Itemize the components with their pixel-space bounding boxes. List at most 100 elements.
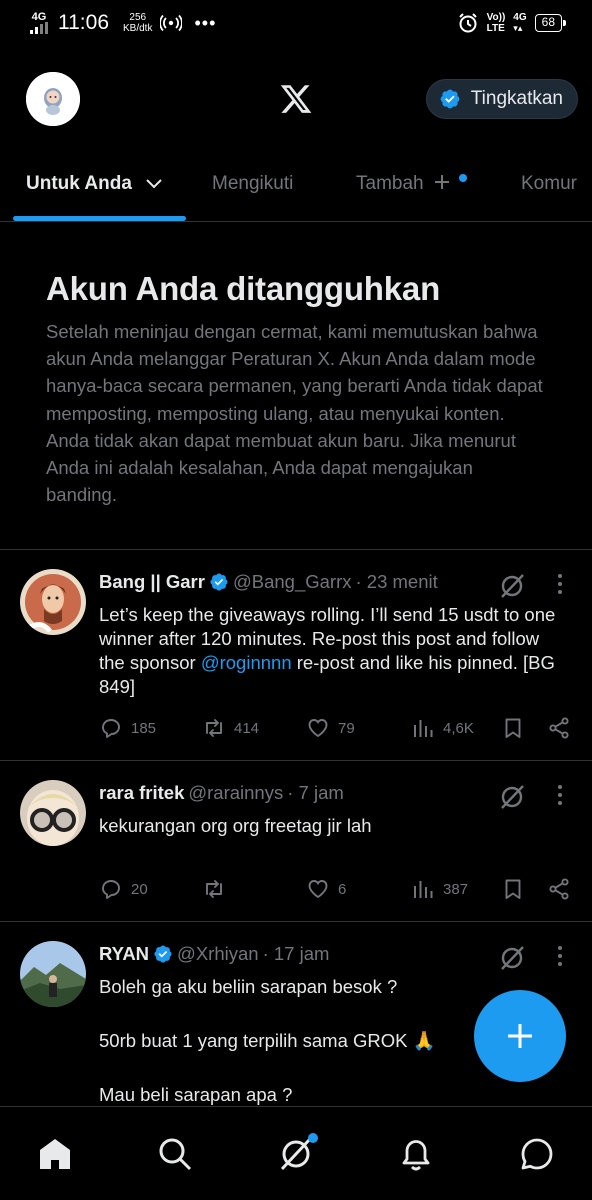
reply-button[interactable]: 20 xyxy=(99,877,148,901)
avatar-illustration-icon xyxy=(26,72,80,126)
volte-indicator: Vo)) LTE xyxy=(487,12,506,34)
status-right: Vo)) LTE 4G ▾▴ 68 xyxy=(457,12,567,34)
bookmark-icon xyxy=(505,879,521,899)
suspension-notice: Akun Anda ditangguhkan Setelah meninjau … xyxy=(46,270,546,508)
views-icon xyxy=(414,720,433,737)
post-author-name[interactable]: RYAN xyxy=(99,943,149,965)
network-speed: 256 KB/dtk xyxy=(123,12,152,34)
post-header: Bang || Garr @Bang_Garrx · 23 menit xyxy=(99,571,438,593)
post-body-line-3: Mau beli sarapan apa ? xyxy=(99,1084,293,1105)
grok-icon[interactable] xyxy=(498,572,526,600)
tab-following-label: Mengikuti xyxy=(212,173,294,194)
suspension-title: Akun Anda ditangguhkan xyxy=(46,270,441,307)
status-left: 4G 11:06 256 KB/dtk ••• xyxy=(30,11,216,35)
like-button[interactable]: 79 xyxy=(306,716,355,740)
home-icon[interactable] xyxy=(36,1135,74,1173)
like-button[interactable]: 6 xyxy=(306,877,346,901)
avatar-image-icon xyxy=(20,780,86,846)
bell-icon[interactable] xyxy=(397,1135,435,1173)
repost-icon xyxy=(206,719,222,737)
bookmark-button[interactable] xyxy=(501,877,525,901)
post-body: Let’s keep the giveaways rolling. I’ll s… xyxy=(99,603,569,699)
like-count: 79 xyxy=(338,719,355,737)
more-icon[interactable] xyxy=(552,572,568,596)
signal-arrows-icon: ▾▴ xyxy=(513,23,523,33)
share-button[interactable] xyxy=(547,877,571,901)
grok-notification-dot xyxy=(308,1133,318,1143)
tab-communities[interactable]: Komur xyxy=(521,173,577,195)
status-bar: 4G 11:06 256 KB/dtk ••• Vo)) LTE 4G ▾▴ 6… xyxy=(0,0,592,46)
battery-icon: 68 xyxy=(534,14,567,32)
repost-button[interactable]: 414 xyxy=(202,716,259,740)
views-button[interactable]: 4,6K xyxy=(411,716,474,740)
alarm-icon xyxy=(458,13,477,33)
lte-label: LTE xyxy=(486,23,505,34)
post-time: · 23 menit xyxy=(355,571,438,592)
search-icon[interactable] xyxy=(156,1135,194,1173)
post-mention-link[interactable]: @roginnnn xyxy=(201,652,292,673)
signal-indicator-2: 4G ▾▴ xyxy=(513,12,526,34)
post-author-name[interactable]: rara fritek xyxy=(99,782,184,804)
tab-add-notification-dot xyxy=(459,174,467,182)
active-tab-indicator xyxy=(13,216,186,221)
like-icon xyxy=(308,719,328,738)
post-actions: 185 414 79 4,6K xyxy=(99,716,574,744)
post-body: kekurangan org org freetag jir lah xyxy=(99,815,372,836)
tab-add-label: Tambah xyxy=(356,173,424,194)
post-avatar[interactable] xyxy=(20,941,86,1007)
hotspot-icon xyxy=(160,14,183,32)
post-time: · 7 jam xyxy=(287,782,344,803)
tab-add[interactable]: Tambah xyxy=(356,173,451,195)
messages-icon[interactable] xyxy=(518,1135,556,1173)
plus-icon xyxy=(434,175,449,189)
compose-button[interactable] xyxy=(474,990,566,1082)
verified-icon xyxy=(210,573,228,591)
speed-value: 256 xyxy=(129,12,147,23)
post-item[interactable]: Bang || Garr @Bang_Garrx · 23 menit Let’… xyxy=(0,550,592,760)
share-icon xyxy=(549,717,569,739)
profile-avatar[interactable] xyxy=(26,72,80,126)
more-icon[interactable] xyxy=(552,783,568,807)
upgrade-button[interactable]: Tingkatkan xyxy=(425,79,578,119)
post-handle[interactable]: @Xrhiyan xyxy=(177,943,259,965)
tab-for-you-label: Untuk Anda xyxy=(26,173,132,194)
post-avatar[interactable] xyxy=(20,569,86,635)
post-avatar[interactable] xyxy=(20,780,86,846)
views-icon xyxy=(414,881,433,898)
post-time: · 17 jam xyxy=(262,943,330,964)
repost-count: 414 xyxy=(234,719,260,737)
verified-icon xyxy=(440,89,460,109)
grok-icon[interactable] xyxy=(498,783,526,811)
reply-button[interactable]: 185 xyxy=(99,716,156,740)
avatar-image-icon xyxy=(20,569,86,635)
post-handle[interactable]: @rarainnys xyxy=(188,782,283,804)
repost-button[interactable] xyxy=(202,877,234,901)
more-icon[interactable] xyxy=(552,944,568,968)
like-icon xyxy=(308,880,328,899)
x-logo-icon[interactable] xyxy=(278,82,314,116)
tab-following[interactable]: Mengikuti xyxy=(212,173,293,195)
top-bar: Tingkatkan xyxy=(0,72,592,126)
views-count: 387 xyxy=(443,880,469,898)
bottom-nav xyxy=(0,1106,592,1200)
clock: 11:06 xyxy=(58,11,109,34)
tab-for-you[interactable]: Untuk Anda xyxy=(26,173,163,195)
post-item[interactable]: rara fritek @rarainnys · 7 jam kekuranga… xyxy=(0,761,592,921)
post-author-name[interactable]: Bang || Garr xyxy=(99,571,205,593)
views-button[interactable]: 387 xyxy=(411,877,468,901)
grok-icon[interactable] xyxy=(498,944,526,972)
verified-icon xyxy=(154,945,172,963)
share-button[interactable] xyxy=(547,716,571,740)
compose-icon xyxy=(508,1024,532,1048)
post-handle[interactable]: @Bang_Garrx xyxy=(233,571,352,593)
speed-unit: KB/dtk xyxy=(123,23,153,34)
post-header: rara fritek @rarainnys · 7 jam xyxy=(99,782,344,804)
repost-icon xyxy=(206,880,222,898)
bookmark-button[interactable] xyxy=(501,716,525,740)
chevron-down-icon xyxy=(146,179,162,189)
reply-icon xyxy=(102,880,120,899)
post-actions: 20 6 387 xyxy=(99,877,574,905)
avatar-image-icon xyxy=(20,941,86,1007)
signal-indicator: 4G xyxy=(30,12,48,34)
reply-icon xyxy=(102,719,120,738)
